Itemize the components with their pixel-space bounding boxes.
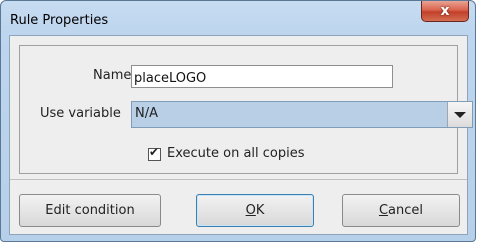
check-icon: ✔	[149, 145, 160, 159]
divider	[10, 179, 467, 180]
dialog-window: Rule Properties x Name Use variable N/A …	[0, 0, 476, 242]
use-variable-select[interactable]: N/A	[131, 101, 473, 128]
cancel-button[interactable]: Cancel	[342, 194, 460, 227]
ok-label: OK	[245, 203, 265, 218]
use-variable-value: N/A	[135, 106, 158, 121]
name-field[interactable]	[131, 65, 393, 88]
use-variable-label: Use variable	[40, 106, 121, 121]
close-icon: x	[440, 3, 450, 19]
close-button[interactable]: x	[421, 1, 469, 22]
execute-all-copies-label[interactable]: Execute on all copies	[167, 146, 305, 161]
ok-button[interactable]: OK	[196, 194, 314, 227]
edit-condition-button[interactable]: Edit condition	[19, 194, 161, 227]
dropdown-button[interactable]	[447, 102, 472, 127]
edit-condition-label: Edit condition	[45, 203, 135, 218]
window-title: Rule Properties	[10, 13, 109, 28]
dialog-body: Name Use variable N/A ✔ Execute on all c…	[9, 35, 473, 235]
cancel-label: Cancel	[378, 203, 424, 218]
execute-all-copies-checkbox[interactable]: ✔	[148, 145, 161, 161]
name-label: Name	[93, 68, 132, 83]
chevron-down-icon	[454, 112, 466, 118]
